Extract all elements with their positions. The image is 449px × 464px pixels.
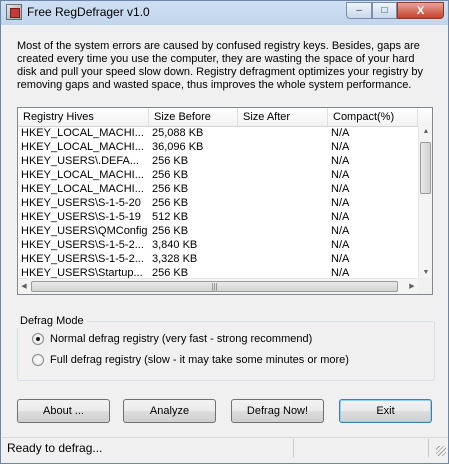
radio-full-defrag[interactable]: Full defrag registry (slow - it may take… — [32, 354, 349, 366]
app-window: Free RegDefrager v1.0 – □ X Most of the … — [0, 0, 449, 464]
close-button[interactable]: X — [397, 2, 444, 19]
cell-hive: HKEY_LOCAL_MACHI... — [21, 127, 144, 139]
table-row[interactable]: HKEY_USERS\S-1-5-19 512 KB N/A — [18, 210, 418, 224]
cell-size-before: 3,840 KB — [152, 239, 198, 251]
horizontal-scrollbar[interactable]: ◀ ||| ▶ — [18, 278, 418, 294]
cell-compact: N/A — [331, 141, 350, 153]
table-row[interactable]: HKEY_LOCAL_MACHI... 25,088 KB N/A — [18, 126, 418, 140]
table-row[interactable]: HKEY_USERS\QMConfig 256 KB N/A — [18, 224, 418, 238]
cell-compact: N/A — [331, 127, 350, 139]
scroll-right-icon[interactable]: ▶ — [406, 282, 418, 290]
radio-normal-icon[interactable] — [32, 333, 44, 345]
table-row[interactable]: HKEY_LOCAL_MACHI... 36,096 KB N/A — [18, 140, 418, 154]
status-text: Ready to defrag... — [2, 439, 294, 457]
intro-text: Most of the system errors are caused by … — [17, 40, 423, 91]
cell-size-before: 256 KB — [152, 225, 189, 237]
defrag-mode-group — [17, 321, 435, 381]
title-bar[interactable]: Free RegDefrager v1.0 – □ X — [1, 1, 448, 23]
cell-size-before: 256 KB — [152, 169, 189, 181]
cell-size-before: 25,088 KB — [152, 127, 204, 139]
cell-compact: N/A — [331, 183, 350, 195]
cell-hive: HKEY_LOCAL_MACHI... — [21, 141, 144, 153]
column-header-size-after[interactable]: Size After — [238, 108, 328, 126]
scroll-down-icon[interactable]: ▼ — [419, 269, 432, 276]
cell-compact: N/A — [331, 267, 350, 278]
table-row[interactable]: HKEY_USERS\S-1-5-20 256 KB N/A — [18, 196, 418, 210]
app-icon[interactable] — [6, 4, 22, 20]
cell-compact: N/A — [331, 253, 350, 265]
horizontal-scroll-thumb[interactable]: ||| — [31, 281, 398, 292]
analyze-button[interactable]: Analyze — [123, 399, 216, 423]
table-row[interactable]: HKEY_USERS\S-1-5-2... 3,328 KB N/A — [18, 252, 418, 266]
radio-normal-label[interactable]: Normal defrag registry (very fast - stro… — [50, 333, 312, 345]
cell-compact: N/A — [331, 169, 350, 181]
table-row[interactable]: HKEY_USERS\.DEFA... 256 KB N/A — [18, 154, 418, 168]
cell-hive: HKEY_USERS\Startup... — [21, 267, 143, 278]
cell-compact: N/A — [331, 211, 350, 223]
cell-hive: HKEY_USERS\S-1-5-2... — [21, 253, 144, 265]
window-title: Free RegDefrager v1.0 — [27, 5, 150, 19]
cell-hive: HKEY_USERS\QMConfig — [21, 225, 148, 237]
list-header: Registry Hives Size Before Size After Co… — [18, 108, 432, 127]
table-row[interactable]: HKEY_LOCAL_MACHI... 256 KB N/A — [18, 168, 418, 182]
cell-size-before: 256 KB — [152, 155, 189, 167]
cell-compact: N/A — [331, 225, 350, 237]
maximize-button[interactable]: □ — [372, 2, 397, 19]
radio-full-label[interactable]: Full defrag registry (slow - it may take… — [50, 354, 349, 366]
vertical-scrollbar[interactable]: ▲ ▼ — [418, 126, 432, 278]
defrag-now-button[interactable]: Defrag Now! — [231, 399, 324, 423]
cell-hive: HKEY_USERS\S-1-5-20 — [21, 197, 141, 209]
client-area: Most of the system errors are caused by … — [2, 25, 448, 457]
radio-normal-defrag[interactable]: Normal defrag registry (very fast - stro… — [32, 333, 312, 345]
cell-hive: HKEY_USERS\S-1-5-2... — [21, 239, 144, 251]
cell-hive: HKEY_USERS\S-1-5-19 — [21, 211, 141, 223]
cell-compact: N/A — [331, 197, 350, 209]
status-bar: Ready to defrag... — [2, 437, 448, 458]
defrag-mode-label: Defrag Mode — [17, 314, 87, 328]
cell-size-before: 3,328 KB — [152, 253, 198, 265]
about-button[interactable]: About ... — [17, 399, 110, 423]
cell-size-before: 256 KB — [152, 267, 189, 278]
cell-size-before: 512 KB — [152, 211, 189, 223]
column-header-compact[interactable]: Compact(%) — [328, 108, 418, 126]
exit-button[interactable]: Exit — [339, 399, 432, 423]
table-row[interactable]: HKEY_LOCAL_MACHI... 256 KB N/A — [18, 182, 418, 196]
vertical-scroll-thumb[interactable] — [420, 142, 431, 194]
cell-compact: N/A — [331, 239, 350, 251]
cell-size-before: 256 KB — [152, 197, 189, 209]
status-pane-secondary — [295, 439, 429, 457]
cell-compact: N/A — [331, 155, 350, 167]
scroll-up-icon[interactable]: ▲ — [419, 128, 432, 135]
cell-size-before: 256 KB — [152, 183, 189, 195]
resize-grip-icon[interactable] — [436, 446, 446, 456]
column-header-size-before[interactable]: Size Before — [149, 108, 238, 126]
radio-full-icon[interactable] — [32, 354, 44, 366]
cell-hive: HKEY_USERS\.DEFA... — [21, 155, 139, 167]
registry-hives-list[interactable]: Registry Hives Size Before Size After Co… — [17, 107, 433, 295]
cell-hive: HKEY_LOCAL_MACHI... — [21, 169, 144, 181]
table-row[interactable]: HKEY_USERS\Startup... 256 KB N/A — [18, 266, 418, 278]
scroll-left-icon[interactable]: ◀ — [18, 282, 30, 290]
minimize-button[interactable]: – — [346, 2, 372, 19]
table-row[interactable]: HKEY_USERS\S-1-5-2... 3,840 KB N/A — [18, 238, 418, 252]
column-header-hive[interactable]: Registry Hives — [18, 108, 149, 126]
cell-hive: HKEY_LOCAL_MACHI... — [21, 183, 144, 195]
scroll-corner — [418, 278, 432, 294]
cell-size-before: 36,096 KB — [152, 141, 204, 153]
list-rows: HKEY_LOCAL_MACHI... 25,088 KB N/A HKEY_LOCA… — [18, 126, 418, 278]
